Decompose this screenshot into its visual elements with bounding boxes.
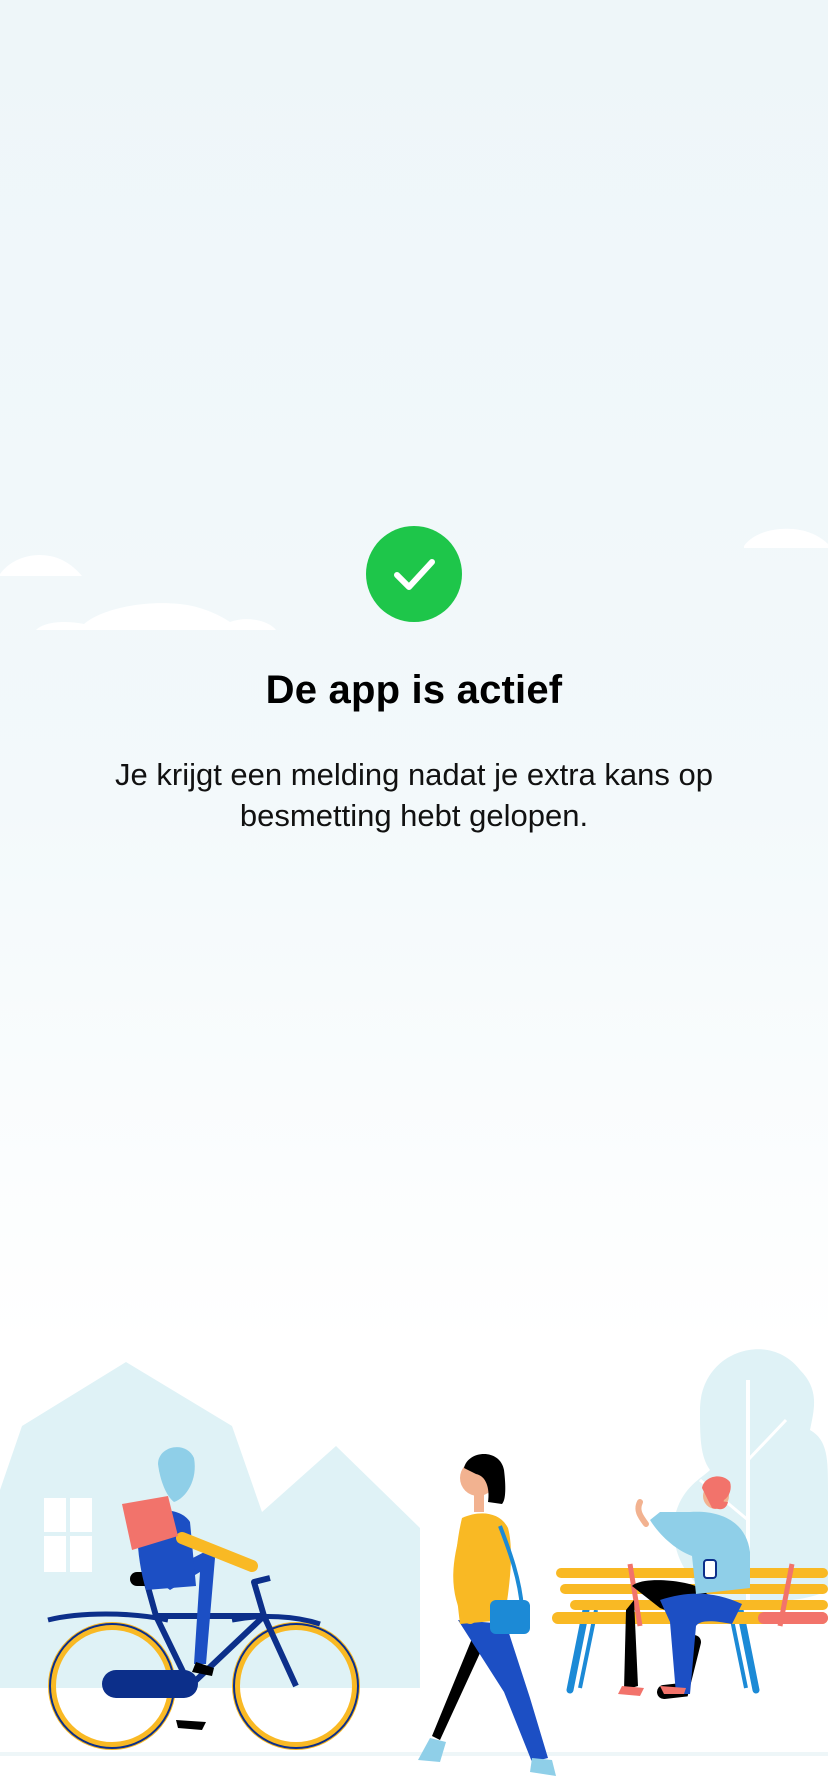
cloud-left	[0, 554, 82, 576]
app-status-screen: De app is actief Je krijgt een melding n…	[0, 0, 828, 1792]
status-active-badge	[366, 526, 462, 622]
checkmark-icon	[394, 559, 435, 590]
status-title: De app is actief	[265, 668, 563, 712]
status-description: Je krijgt een melding nadat je extra kan…	[115, 757, 713, 833]
cloud-left-lower	[36, 603, 276, 630]
cloud-right	[744, 528, 828, 548]
walking-woman	[418, 1454, 556, 1776]
city-scene-illustration	[0, 1349, 828, 1776]
house-left	[0, 1362, 420, 1688]
